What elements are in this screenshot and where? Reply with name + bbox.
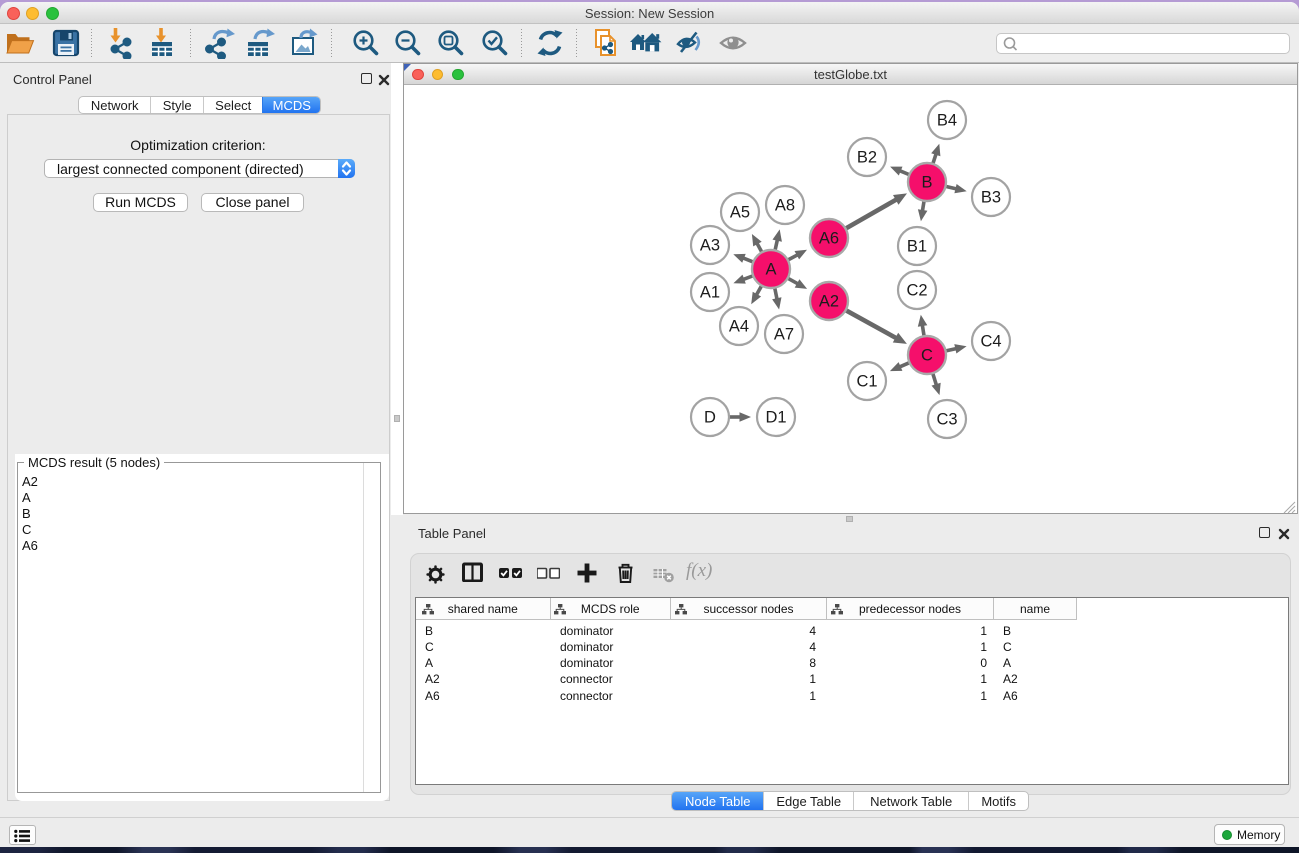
svg-text:A7: A7	[774, 326, 794, 344]
svg-text:A4: A4	[729, 318, 749, 336]
svg-text:A2: A2	[819, 293, 839, 311]
svg-text:D1: D1	[765, 409, 786, 427]
svg-text:C3: C3	[936, 411, 957, 429]
svg-text:A5: A5	[730, 204, 750, 222]
svg-text:A8: A8	[775, 197, 795, 215]
svg-text:B2: B2	[857, 149, 877, 167]
svg-text:B4: B4	[937, 112, 957, 130]
svg-text:A1: A1	[700, 284, 720, 302]
svg-text:A6: A6	[819, 230, 839, 248]
svg-text:C1: C1	[856, 373, 877, 391]
svg-text:C4: C4	[980, 333, 1001, 351]
svg-text:C: C	[921, 347, 933, 365]
svg-text:D: D	[704, 409, 716, 427]
svg-text:C2: C2	[906, 282, 927, 300]
svg-text:B: B	[921, 174, 932, 192]
svg-text:B1: B1	[907, 238, 927, 256]
svg-text:A: A	[765, 261, 776, 279]
svg-text:A3: A3	[700, 237, 720, 255]
svg-text:B3: B3	[981, 189, 1001, 207]
